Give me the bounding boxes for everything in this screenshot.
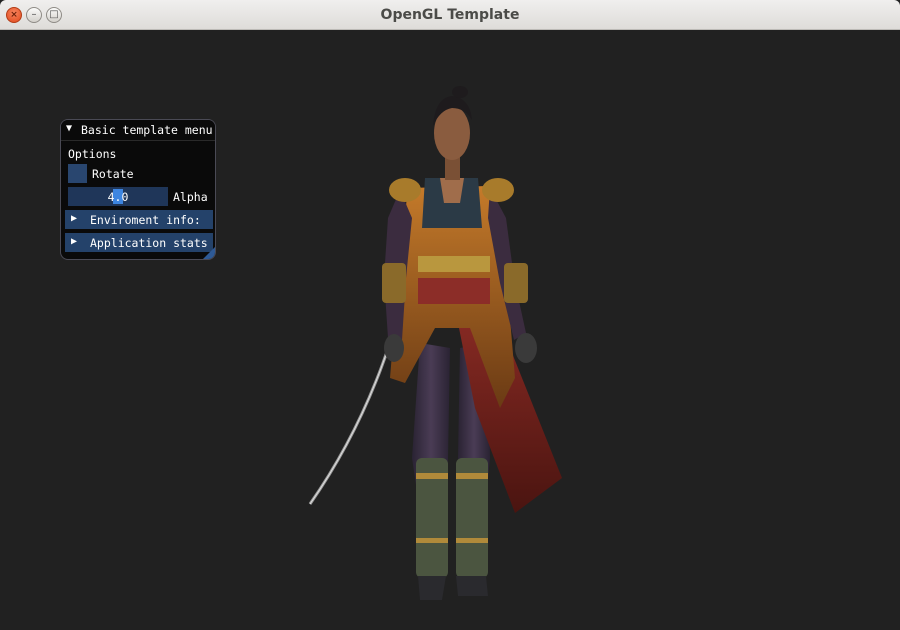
options-label: Options xyxy=(68,147,117,161)
environment-info-header[interactable]: ▶ Enviroment info: xyxy=(65,210,213,229)
environment-info-label: Enviroment info: xyxy=(90,213,201,227)
expand-arrow-icon: ▶ xyxy=(71,213,78,224)
menu-title-bar[interactable]: ▼ Basic template menu xyxy=(61,120,215,141)
application-stats-header[interactable]: ▶ Application stats xyxy=(65,233,213,252)
expand-arrow-icon: ▶ xyxy=(71,236,78,247)
rotate-label: Rotate xyxy=(92,167,134,181)
character-model xyxy=(308,86,562,600)
alpha-value: 4.0 xyxy=(107,190,129,204)
alpha-slider[interactable]: 4.0 xyxy=(68,187,168,206)
resize-grip[interactable] xyxy=(203,247,215,259)
window-title: OpenGL Template xyxy=(380,7,520,23)
collapse-arrow-icon[interactable]: ▼ xyxy=(66,123,72,134)
rotate-checkbox[interactable] xyxy=(68,164,87,183)
application-stats-label: Application stats xyxy=(90,236,208,250)
gl-viewport[interactable]: ▼ Basic template menu Options Rotate 4.0… xyxy=(0,30,900,630)
alpha-label: Alpha xyxy=(173,190,208,204)
menu-title: Basic template menu xyxy=(81,123,213,137)
window-titlebar[interactable]: × – □ OpenGL Template xyxy=(0,0,900,30)
imgui-menu-window[interactable]: ▼ Basic template menu Options Rotate 4.0… xyxy=(60,119,216,260)
